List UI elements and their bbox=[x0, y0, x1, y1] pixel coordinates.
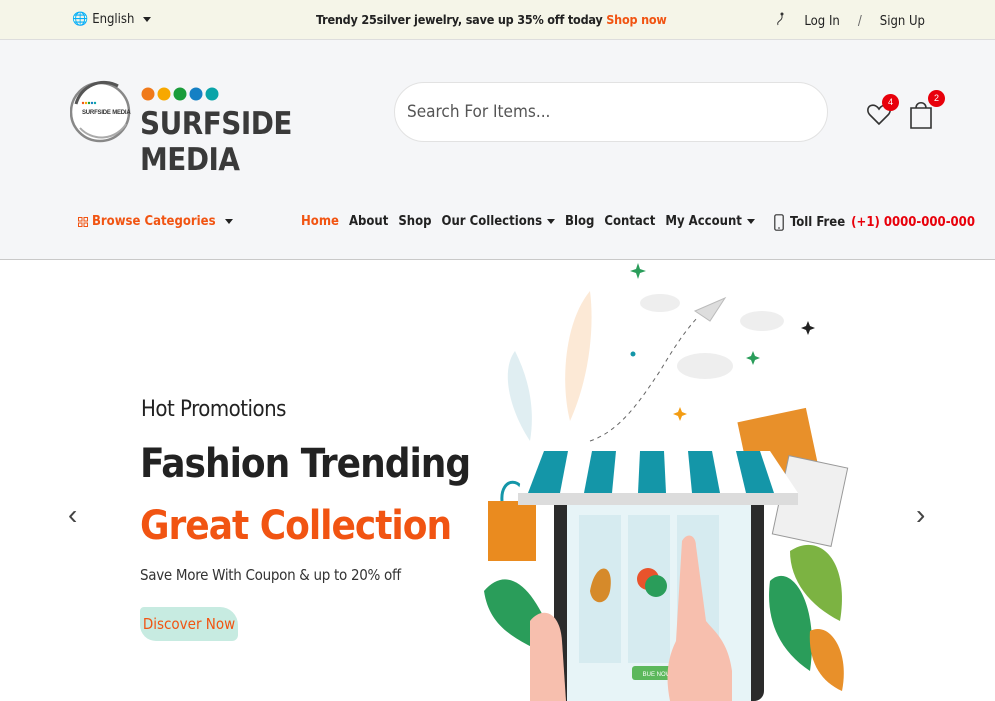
hero-title-highlight: Great Collection bbox=[140, 503, 452, 549]
browse-categories-label: Browse Categories bbox=[92, 214, 216, 229]
caret-down-icon bbox=[746, 219, 755, 224]
search-input[interactable] bbox=[394, 82, 828, 142]
auth-links: Log In / Sign Up bbox=[774, 12, 925, 30]
hero-title: Fashion Trending bbox=[140, 441, 471, 487]
promo-banner: Trendy 25silver jewelry, save up 35% off… bbox=[316, 12, 667, 27]
wishlist-button[interactable]: 4 bbox=[866, 94, 900, 132]
buy-now-mini-label: BUE NOW bbox=[643, 672, 672, 678]
nav-item-our-collections-label: Our Collections bbox=[441, 214, 543, 229]
caret-down-icon bbox=[224, 219, 233, 224]
logo-badge-text: SURFSIDE MEDIA bbox=[82, 110, 131, 116]
nav-item-about[interactable]: About bbox=[349, 214, 388, 229]
nav-item-my-account[interactable]: My Account bbox=[665, 214, 755, 229]
user-icon bbox=[774, 12, 786, 30]
globe-icon: 🌐 bbox=[72, 12, 89, 27]
nav-item-home[interactable]: Home bbox=[301, 214, 339, 229]
nav-item-shop[interactable]: Shop bbox=[398, 214, 431, 229]
logo-text: SURFSIDE MEDIA bbox=[140, 106, 292, 178]
nav-item-contact[interactable]: Contact bbox=[604, 214, 655, 229]
main-navigation: Browse Categories Home About Shop Our Co… bbox=[0, 214, 995, 236]
toll-free-number[interactable]: (+1) 0000-000-000 bbox=[851, 215, 975, 230]
language-label: English bbox=[92, 12, 135, 27]
logo[interactable]: SURFSIDE MEDIA SURFSIDE MEDIA bbox=[69, 64, 360, 178]
discover-now-button[interactable]: Discover Now bbox=[140, 607, 238, 641]
toll-free: Toll Free (+1) 0000-000-000 bbox=[774, 214, 975, 231]
grid-icon bbox=[78, 216, 88, 227]
nav-item-my-account-label: My Account bbox=[665, 214, 742, 229]
cart-count-badge: 2 bbox=[928, 90, 945, 107]
hero-description: Save More With Coupon & up to 20% off bbox=[140, 566, 401, 584]
wishlist-count-badge: 4 bbox=[882, 94, 899, 111]
promo-text: Trendy 25silver jewelry, save up 35% off… bbox=[316, 12, 603, 27]
auth-separator: / bbox=[857, 13, 862, 29]
nav-item-blog[interactable]: Blog bbox=[565, 214, 594, 229]
signup-link[interactable]: Sign Up bbox=[880, 14, 925, 29]
prev-slide-arrow[interactable]: ‹ bbox=[68, 501, 77, 529]
cart-button[interactable]: 2 bbox=[908, 90, 948, 132]
top-bar: 🌐 English Trendy 25silver jewelry, save … bbox=[0, 0, 995, 40]
site-header: SURFSIDE MEDIA SURFSIDE MEDIA 4 2 Browse… bbox=[0, 40, 995, 260]
nav-menu: Home About Shop Our Collections Blog Con… bbox=[301, 214, 755, 229]
next-slide-arrow[interactable]: › bbox=[916, 501, 925, 529]
login-link[interactable]: Log In bbox=[804, 14, 839, 29]
shop-now-link[interactable]: Shop now bbox=[606, 12, 667, 27]
toll-free-label: Toll Free bbox=[790, 215, 846, 230]
browse-categories-button[interactable]: Browse Categories bbox=[78, 214, 233, 229]
hero-slider: ‹ › Hot Promotions Fashion Trending Grea… bbox=[0, 261, 995, 701]
hero-subtitle: Hot Promotions bbox=[141, 397, 286, 422]
caret-down-icon bbox=[547, 219, 556, 224]
shop-illustration: BUE NOW bbox=[484, 263, 849, 701]
caret-down-icon bbox=[143, 17, 152, 22]
phone-icon bbox=[774, 214, 784, 231]
nav-item-our-collections[interactable]: Our Collections bbox=[442, 214, 556, 229]
language-selector[interactable]: 🌐 English bbox=[72, 12, 152, 27]
